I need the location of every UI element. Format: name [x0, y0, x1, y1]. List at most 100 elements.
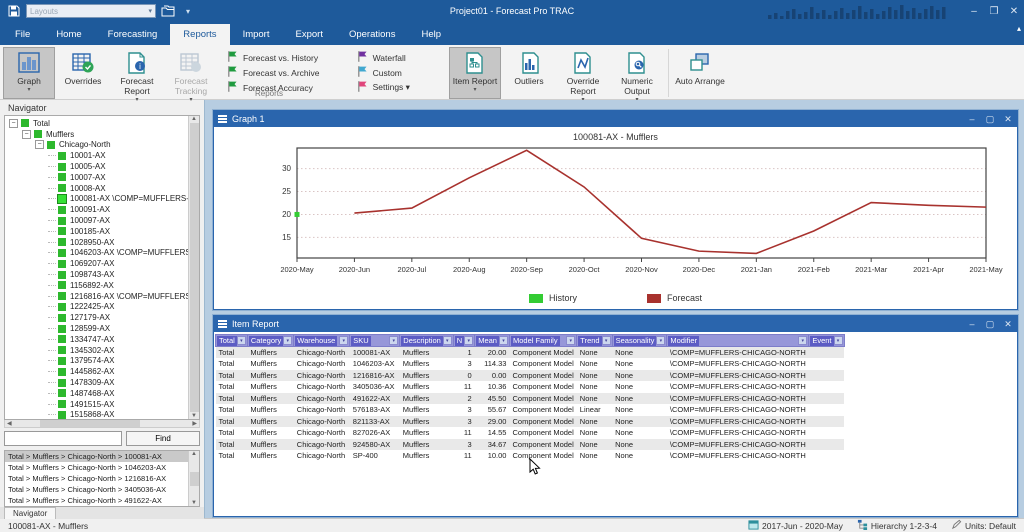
- tree-item-100185-ax[interactable]: 100185-AX: [5, 226, 188, 237]
- tree-item-10001-ax[interactable]: 10001-AX: [5, 150, 188, 161]
- tree-item-1478309-ax[interactable]: 1478309-AX: [5, 377, 188, 388]
- close-icon[interactable]: ✕: [999, 317, 1017, 331]
- qat-more-icon[interactable]: ▾: [180, 4, 196, 18]
- maximize-icon[interactable]: ▢: [981, 112, 999, 126]
- table-row[interactable]: Total Mufflers Chicago-North 1216816-AX Muff…: [215, 369, 844, 381]
- column-header-event[interactable]: Event ▾: [808, 334, 845, 347]
- table-row[interactable]: Total Mufflers Chicago-North 924580-AX Muffl…: [215, 438, 844, 450]
- tree-item-1098743-ax[interactable]: 1098743-AX: [5, 269, 188, 280]
- scroll-left-icon[interactable]: ◀: [5, 420, 12, 427]
- tree-item-128599-ax[interactable]: 128599-AX: [5, 323, 188, 334]
- scroll-up-icon[interactable]: ▲: [191, 451, 197, 457]
- column-header-model-family[interactable]: Model Family ▾: [508, 334, 578, 347]
- tab-operations[interactable]: Operations: [336, 24, 408, 45]
- tree-item-10005-ax[interactable]: 10005-AX: [5, 161, 188, 172]
- column-header-seasonality[interactable]: Seasonality ▾: [611, 334, 668, 347]
- tree-item-10008-ax[interactable]: 10008-AX: [5, 183, 188, 194]
- find-input[interactable]: [4, 431, 122, 446]
- find-button[interactable]: Find: [126, 431, 200, 446]
- tab-home[interactable]: Home: [43, 24, 94, 45]
- tree-item-chicago-north[interactable]: − Chicago-North: [5, 140, 188, 151]
- tree-item-1046203-ax[interactable]: 1046203-AX \COMP=MUFFLERS-C: [5, 248, 188, 259]
- scroll-up-icon[interactable]: ▲: [191, 116, 197, 122]
- tree-item-1028950-ax[interactable]: 1028950-AX: [5, 237, 188, 248]
- tree-item-1216816-ax[interactable]: 1216816-AX \COMP=MUFFLERS-C: [5, 291, 188, 302]
- filter-dropdown-icon[interactable]: ▾: [566, 336, 576, 345]
- tab-reports[interactable]: Reports: [170, 24, 230, 45]
- forecast-vs-archive-button[interactable]: Forecast vs. Archive: [226, 65, 352, 80]
- tree-item-1491515-ax[interactable]: 1491515-AX: [5, 399, 188, 410]
- tree-item-1515868-ax[interactable]: 1515868-AX: [5, 410, 188, 419]
- scrollbar-thumb[interactable]: [189, 471, 199, 486]
- override-report-button[interactable]: Override Report ▾: [557, 47, 609, 103]
- minimize-icon[interactable]: –: [964, 2, 984, 20]
- table-row[interactable]: Total Mufflers Chicago-North 3405036-AX Muff…: [216, 381, 845, 393]
- collapse-ribbon-icon[interactable]: ▴: [1017, 24, 1021, 33]
- tree-item-1156892-ax[interactable]: 1156892-AX: [5, 280, 188, 291]
- graph-window-titlebar[interactable]: Graph 1 – ▢ ✕: [214, 111, 1017, 127]
- tree-item-1222425-ax[interactable]: 1222425-AX: [5, 302, 188, 313]
- minimize-icon[interactable]: –: [963, 112, 981, 126]
- close-icon[interactable]: ✕: [1004, 2, 1024, 20]
- tree-item-100097-ax[interactable]: 100097-AX: [5, 215, 188, 226]
- custom-button[interactable]: Custom: [356, 65, 442, 80]
- save-icon[interactable]: [6, 4, 22, 18]
- tree-horizontal-scrollbar[interactable]: ◀ ▶: [4, 420, 200, 428]
- tree-item-1487468-ax[interactable]: 1487468-AX: [5, 388, 188, 399]
- column-header-trend[interactable]: Trend ▾: [576, 334, 613, 347]
- navigator-tab[interactable]: Navigator: [4, 507, 57, 519]
- table-row[interactable]: Total Mufflers Chicago-North 827026-AX Muffl…: [216, 427, 845, 439]
- outliers-button[interactable]: Outliers: [503, 47, 555, 99]
- filter-dropdown-icon[interactable]: ▾: [656, 336, 666, 345]
- history-item[interactable]: Total > Mufflers > Chicago-North > 12168…: [5, 473, 188, 484]
- filter-dropdown-icon[interactable]: ▾: [236, 336, 246, 345]
- tree-item-1445862-ax[interactable]: 1445862-AX: [5, 366, 188, 377]
- column-header-n[interactable]: N ▾: [452, 334, 476, 347]
- maximize-icon[interactable]: ▢: [981, 317, 999, 331]
- table-row[interactable]: Total Mufflers Chicago-North SP-400 Mufflers…: [216, 450, 845, 462]
- tree-item-1334747-ax[interactable]: 1334747-AX: [5, 334, 188, 345]
- restore-icon[interactable]: ❐: [984, 2, 1004, 20]
- forecast-accuracy-button[interactable]: Forecast Accuracy: [226, 80, 352, 95]
- scrollbar-thumb[interactable]: [39, 420, 140, 427]
- tree-expander-icon[interactable]: −: [35, 140, 44, 150]
- filter-dropdown-icon[interactable]: ▾: [601, 336, 611, 345]
- tree-vertical-scrollbar[interactable]: ▲ ▼: [188, 116, 199, 419]
- table-row[interactable]: Total Mufflers Chicago-North 491622-AX Muffl…: [215, 392, 844, 404]
- layouts-combobox[interactable]: Layouts ▾: [26, 4, 156, 18]
- filter-dropdown-icon[interactable]: ▾: [464, 336, 474, 345]
- tree-item-100081-ax[interactable]: 100081-AX \COMP=MUFFLERS-CH: [5, 193, 188, 205]
- tree-expander-icon[interactable]: −: [9, 118, 18, 128]
- history-item[interactable]: Total > Mufflers > Chicago-North > 34050…: [5, 484, 188, 495]
- minimize-icon[interactable]: –: [963, 317, 981, 331]
- item-report-titlebar[interactable]: Item Report – ▢ ✕: [214, 316, 1017, 332]
- column-header-category[interactable]: Category ▾: [246, 334, 295, 347]
- chevron-down-icon[interactable]: ▾: [148, 7, 152, 15]
- history-item[interactable]: Total > Mufflers > Chicago-North > 49162…: [5, 495, 188, 506]
- overrides-button[interactable]: Overrides: [57, 47, 109, 99]
- scroll-right-icon[interactable]: ▶: [192, 420, 199, 427]
- tree-expander-icon[interactable]: −: [22, 129, 31, 139]
- column-header-modifier[interactable]: Modifier ▾: [666, 334, 810, 347]
- tree-item-1379574-ax[interactable]: 1379574-AX: [5, 356, 188, 367]
- filter-dropdown-icon[interactable]: ▾: [283, 336, 293, 345]
- tree-item-1069207-ax[interactable]: 1069207-AX: [5, 258, 188, 269]
- forecast-vs-history-button[interactable]: Forecast vs. History: [226, 50, 352, 65]
- settings-button[interactable]: Settings ▾: [356, 80, 442, 95]
- tree-item-127179-ax[interactable]: 127179-AX: [5, 312, 188, 323]
- numeric-output-button[interactable]: Numeric Output ▾: [611, 47, 663, 103]
- history-scrollbar[interactable]: ▲ ▼: [188, 451, 199, 506]
- scrollbar-thumb[interactable]: [189, 123, 199, 412]
- column-header-sku[interactable]: SKU ▾: [349, 334, 401, 347]
- history-item[interactable]: Total > Mufflers > Chicago-North > 10008…: [5, 451, 188, 462]
- column-header-mean[interactable]: Mean ▾: [474, 334, 510, 347]
- filter-dropdown-icon[interactable]: ▾: [389, 336, 399, 345]
- window-menu-icon[interactable]: [218, 115, 227, 123]
- graph-button[interactable]: Graph ▾: [3, 47, 55, 99]
- filter-dropdown-icon[interactable]: ▾: [833, 336, 843, 345]
- tab-forecasting[interactable]: Forecasting: [95, 24, 171, 45]
- scroll-down-icon[interactable]: ▼: [191, 500, 197, 506]
- tab-help[interactable]: Help: [408, 24, 454, 45]
- tree-item-1345302-ax[interactable]: 1345302-AX: [5, 345, 188, 356]
- auto-arrange-button[interactable]: Auto Arrange: [674, 47, 726, 99]
